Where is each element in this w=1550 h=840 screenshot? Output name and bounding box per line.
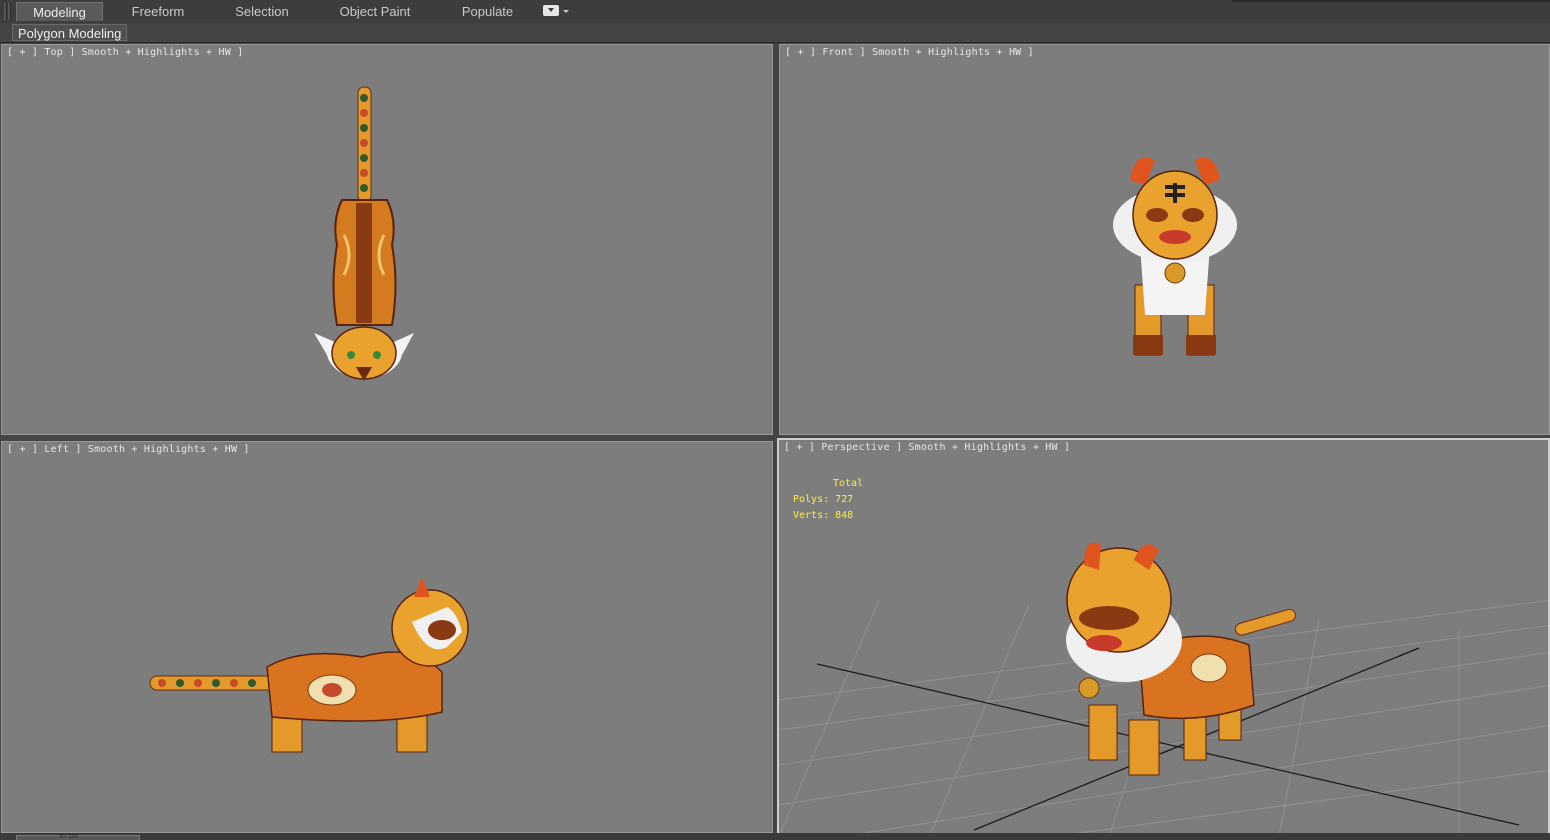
tab-populate[interactable]: Populate bbox=[450, 2, 525, 21]
dropdown-arrow-icon[interactable] bbox=[563, 10, 569, 13]
tiger-model-left-view bbox=[149, 577, 469, 753]
viewport-front[interactable]: [ + ] Front ] Smooth + Highlights + HW ] bbox=[779, 44, 1550, 435]
tab-modeling[interactable]: Modeling bbox=[16, 2, 103, 21]
tab-freeform[interactable]: Freeform bbox=[118, 2, 198, 21]
perspective-scene bbox=[779, 542, 1548, 833]
ribbon-edge bbox=[1232, 0, 1550, 2]
ribbon-panel: Polygon Modeling bbox=[0, 23, 1550, 43]
tab-selection[interactable]: Selection bbox=[222, 2, 302, 21]
tab-object-paint[interactable]: Object Paint bbox=[330, 2, 420, 21]
viewport-left[interactable]: [ + ] Left ] Smooth + Highlights + HW ] bbox=[1, 441, 773, 833]
polygon-modeling-panel-button[interactable]: Polygon Modeling bbox=[12, 24, 128, 41]
ribbon-grip[interactable] bbox=[4, 3, 7, 20]
ribbon-grip[interactable] bbox=[8, 3, 11, 20]
timeline-bar bbox=[0, 833, 1550, 840]
ribbon-dropdown-icon[interactable] bbox=[543, 5, 559, 16]
tiger-model-perspective bbox=[1066, 542, 1296, 776]
viewport-top[interactable]: [ + ] Top ] Smooth + Highlights + HW ] bbox=[1, 44, 773, 435]
viewport-perspective[interactable]: [ + ] Perspective ] Smooth + Highlights … bbox=[777, 438, 1550, 835]
tiger-model-top-view bbox=[314, 86, 414, 381]
ribbon-tab-bar: Modeling Freeform Selection Object Paint… bbox=[0, 0, 1550, 24]
time-slider-frame: 0 / 100 bbox=[60, 834, 79, 840]
tiger-model-front-view bbox=[1113, 157, 1237, 356]
